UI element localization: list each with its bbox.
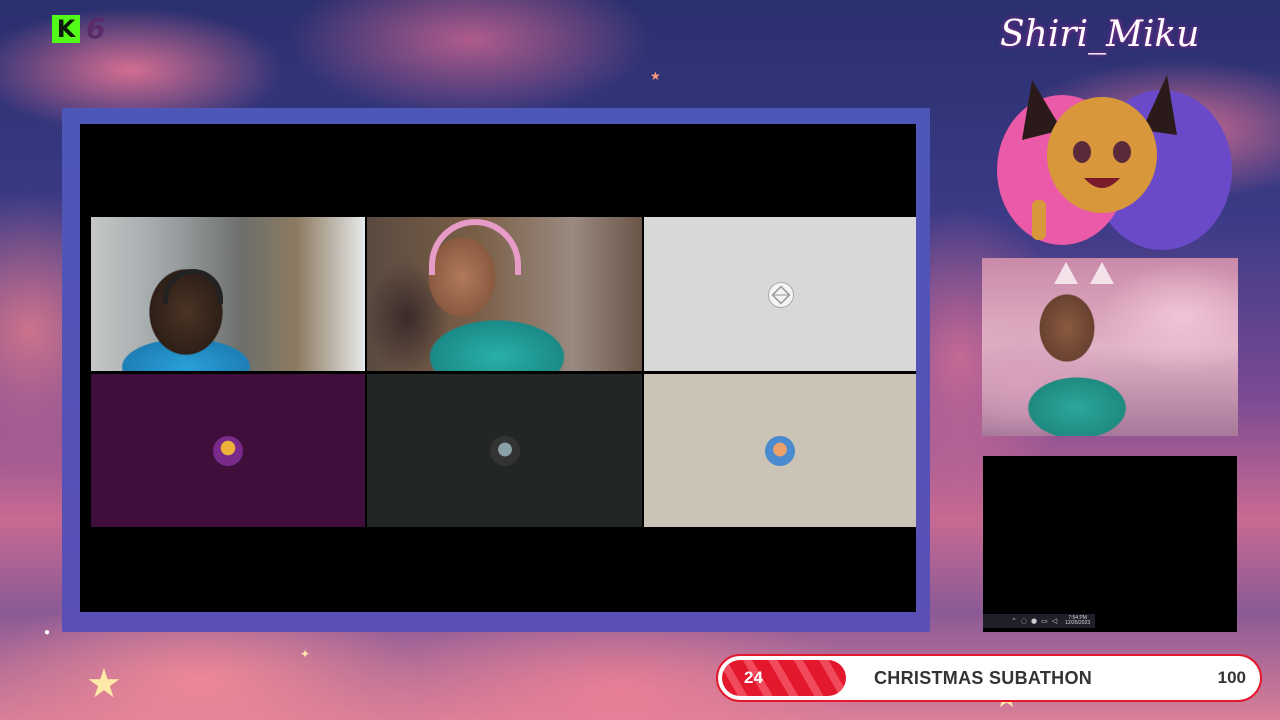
participant-video-tile[interactable] <box>91 217 365 371</box>
subathon-current-count: 24 <box>744 668 763 687</box>
headset-shape <box>429 219 521 275</box>
star-decoration: ● <box>44 627 51 638</box>
user-avatar-icon <box>489 435 520 466</box>
platform-badge: K 6 <box>52 12 105 45</box>
network-icon: ◌ <box>1020 616 1027 625</box>
taskbar-clock: 7:54 PM 12/26/2023 <box>1065 615 1091 627</box>
user-avatar-icon <box>765 435 795 466</box>
subathon-title: CHRISTMAS SUBATHON <box>874 668 1093 688</box>
app-placeholder-icon <box>768 282 794 308</box>
viewer-count: 6 <box>86 12 106 45</box>
subathon-progress-fill <box>722 660 846 696</box>
participant-video-tile[interactable] <box>367 217 642 371</box>
star-decoration: ★ <box>650 69 661 83</box>
participant-avatar-tile[interactable] <box>644 374 916 527</box>
user-avatar-icon <box>213 435 243 466</box>
chevron-up-icon: ⌃ <box>1011 616 1017 625</box>
mini-taskbar: ⌃ ◌ ● ▭ ◁ 7:54 PM 12/26/2023 <box>983 614 1095 628</box>
mascot-avatar-icon <box>997 75 1232 250</box>
kick-logo-icon: K <box>52 14 80 43</box>
webcam-feed <box>982 258 1238 436</box>
participant-avatar-tile[interactable] <box>91 374 365 527</box>
speaker-icon: ◁ <box>1051 616 1058 625</box>
cat-ear-shape <box>1054 262 1078 284</box>
participant-placeholder-tile[interactable] <box>644 217 916 371</box>
call-window <box>80 124 916 612</box>
participant-avatar-tile[interactable] <box>367 374 642 527</box>
taskbar-date: 12/26/2023 <box>1065 620 1091 626</box>
star-decoration: ★ <box>86 662 122 706</box>
cat-ear-shape <box>1090 262 1114 284</box>
display-icon: ▭ <box>1041 616 1048 625</box>
star-decoration: ✦ <box>300 647 311 661</box>
microphone-icon: ● <box>1030 616 1038 625</box>
subathon-progress-bar: 24 CHRISTMAS SUBATHON 100 <box>716 654 1262 702</box>
secondary-capture-panel: ⌃ ◌ ● ▭ ◁ 7:54 PM 12/26/2023 <box>983 456 1237 632</box>
headset-shape <box>163 269 223 304</box>
streamer-name-logo: Shiri_Miku <box>1000 14 1200 55</box>
subathon-goal-count: 100 <box>1217 668 1246 687</box>
